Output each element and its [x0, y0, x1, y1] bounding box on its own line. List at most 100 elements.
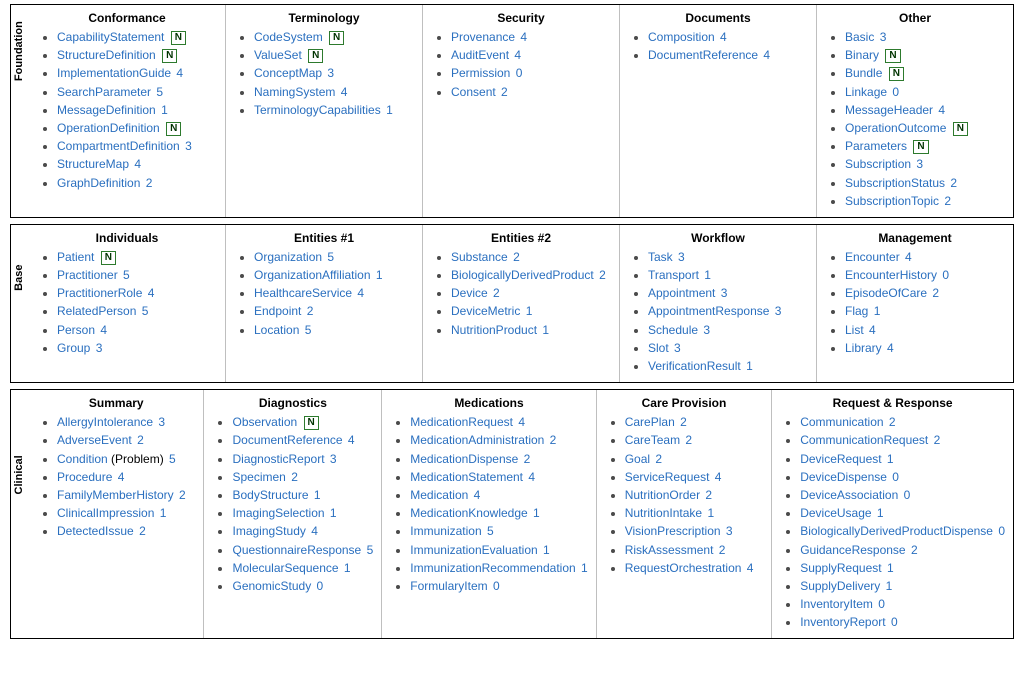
- resource-link-subscriptionstatus[interactable]: SubscriptionStatus: [845, 176, 945, 190]
- resource-link-healthcareservice[interactable]: HealthcareService: [254, 286, 352, 300]
- resource-link-organization[interactable]: Organization: [254, 250, 322, 264]
- resource-link-visionprescription[interactable]: VisionPrescription: [625, 524, 721, 538]
- resource-link-flag[interactable]: Flag: [845, 304, 868, 318]
- resource-link-searchparameter[interactable]: SearchParameter: [57, 85, 151, 99]
- resource-link-parameters[interactable]: Parameters: [845, 139, 907, 153]
- resource-link-patient[interactable]: Patient: [57, 250, 94, 264]
- resource-link-structuremap[interactable]: StructureMap: [57, 157, 129, 171]
- resource-link-provenance[interactable]: Provenance: [451, 30, 515, 44]
- resource-link-adverseevent[interactable]: AdverseEvent: [57, 433, 132, 447]
- resource-link-documentreference[interactable]: DocumentReference: [648, 48, 758, 62]
- resource-link-bundle[interactable]: Bundle: [845, 66, 882, 80]
- resource-link-medicationadministration[interactable]: MedicationAdministration: [410, 433, 544, 447]
- resource-link-group[interactable]: Group: [57, 341, 90, 355]
- resource-link-familymemberhistory[interactable]: FamilyMemberHistory: [57, 488, 174, 502]
- resource-link-location[interactable]: Location: [254, 323, 299, 337]
- resource-link-basic[interactable]: Basic: [845, 30, 874, 44]
- resource-link-conceptmap[interactable]: ConceptMap: [254, 66, 322, 80]
- resource-link-immunizationevaluation[interactable]: ImmunizationEvaluation: [410, 543, 537, 557]
- resource-link-careteam[interactable]: CareTeam: [625, 433, 680, 447]
- resource-link-procedure[interactable]: Procedure: [57, 470, 112, 484]
- resource-link-messageheader[interactable]: MessageHeader: [845, 103, 933, 117]
- resource-link-inventoryitem[interactable]: InventoryItem: [800, 597, 873, 611]
- resource-link-subscription[interactable]: Subscription: [845, 157, 911, 171]
- resource-link-encounterhistory[interactable]: EncounterHistory: [845, 268, 937, 282]
- resource-link-molecularsequence[interactable]: MolecularSequence: [232, 561, 338, 575]
- resource-link-operationoutcome[interactable]: OperationOutcome: [845, 121, 946, 135]
- resource-link-nutritionproduct[interactable]: NutritionProduct: [451, 323, 537, 337]
- resource-link-devicemetric[interactable]: DeviceMetric: [451, 304, 520, 318]
- resource-link-allergyintolerance[interactable]: AllergyIntolerance: [57, 415, 153, 429]
- resource-link-list[interactable]: List: [845, 323, 864, 337]
- resource-link-servicerequest[interactable]: ServiceRequest: [625, 470, 710, 484]
- resource-link-imagingstudy[interactable]: ImagingStudy: [232, 524, 305, 538]
- resource-link-slot[interactable]: Slot: [648, 341, 669, 355]
- resource-link-messagedefinition[interactable]: MessageDefinition: [57, 103, 156, 117]
- resource-link-structuredefinition[interactable]: StructureDefinition: [57, 48, 156, 62]
- resource-link-supplydelivery[interactable]: SupplyDelivery: [800, 579, 880, 593]
- resource-link-linkage[interactable]: Linkage: [845, 85, 887, 99]
- resource-link-careplan[interactable]: CarePlan: [625, 415, 675, 429]
- resource-link-guidanceresponse[interactable]: GuidanceResponse: [800, 543, 905, 557]
- resource-link-terminologycapabilities[interactable]: TerminologyCapabilities: [254, 103, 381, 117]
- resource-link-imagingselection[interactable]: ImagingSelection: [232, 506, 324, 520]
- resource-link-consent[interactable]: Consent: [451, 85, 496, 99]
- resource-link-riskassessment[interactable]: RiskAssessment: [625, 543, 714, 557]
- resource-link-capabilitystatement[interactable]: CapabilityStatement: [57, 30, 164, 44]
- resource-link-medication[interactable]: Medication: [410, 488, 468, 502]
- resource-link-devicedispense[interactable]: DeviceDispense: [800, 470, 887, 484]
- resource-link-medicationstatement[interactable]: MedicationStatement: [410, 470, 523, 484]
- resource-link-endpoint[interactable]: Endpoint: [254, 304, 301, 318]
- resource-link-condition[interactable]: Condition: [57, 452, 108, 466]
- resource-link-nutritionorder[interactable]: NutritionOrder: [625, 488, 700, 502]
- resource-link-questionnaireresponse[interactable]: QuestionnaireResponse: [232, 543, 361, 557]
- resource-link-detectedissue[interactable]: DetectedIssue: [57, 524, 134, 538]
- resource-link-inventoryreport[interactable]: InventoryReport: [800, 615, 885, 629]
- resource-link-documentreference[interactable]: DocumentReference: [232, 433, 342, 447]
- resource-link-graphdefinition[interactable]: GraphDefinition: [57, 176, 140, 190]
- resource-link-bodystructure[interactable]: BodyStructure: [232, 488, 308, 502]
- resource-link-observation[interactable]: Observation: [232, 415, 297, 429]
- resource-link-practitionerrole[interactable]: PractitionerRole: [57, 286, 142, 300]
- resource-link-namingsystem[interactable]: NamingSystem: [254, 85, 335, 99]
- resource-link-medicationknowledge[interactable]: MedicationKnowledge: [410, 506, 527, 520]
- resource-link-implementationguide[interactable]: ImplementationGuide: [57, 66, 171, 80]
- resource-link-relatedperson[interactable]: RelatedPerson: [57, 304, 136, 318]
- resource-link-specimen[interactable]: Specimen: [232, 470, 285, 484]
- resource-link-communicationrequest[interactable]: CommunicationRequest: [800, 433, 928, 447]
- resource-link-practitioner[interactable]: Practitioner: [57, 268, 118, 282]
- resource-link-encounter[interactable]: Encounter: [845, 250, 900, 264]
- resource-link-appointment[interactable]: Appointment: [648, 286, 715, 300]
- resource-link-biologicallyderivedproductdispense[interactable]: BiologicallyDerivedProductDispense: [800, 524, 993, 538]
- resource-link-codesystem[interactable]: CodeSystem: [254, 30, 323, 44]
- resource-link-nutritionintake[interactable]: NutritionIntake: [625, 506, 702, 520]
- resource-link-task[interactable]: Task: [648, 250, 673, 264]
- resource-link-subscriptiontopic[interactable]: SubscriptionTopic: [845, 194, 939, 208]
- resource-link-binary[interactable]: Binary: [845, 48, 879, 62]
- resource-link-library[interactable]: Library: [845, 341, 882, 355]
- resource-link-appointmentresponse[interactable]: AppointmentResponse: [648, 304, 769, 318]
- resource-link-composition[interactable]: Composition: [648, 30, 715, 44]
- resource-link-genomicstudy[interactable]: GenomicStudy: [232, 579, 311, 593]
- resource-link-deviceassociation[interactable]: DeviceAssociation: [800, 488, 898, 502]
- resource-link-biologicallyderivedproduct[interactable]: BiologicallyDerivedProduct: [451, 268, 594, 282]
- resource-link-permission[interactable]: Permission: [451, 66, 510, 80]
- resource-link-requestorchestration[interactable]: RequestOrchestration: [625, 561, 742, 575]
- resource-link-schedule[interactable]: Schedule: [648, 323, 698, 337]
- resource-link-diagnosticreport[interactable]: DiagnosticReport: [232, 452, 324, 466]
- resource-link-communication[interactable]: Communication: [800, 415, 883, 429]
- resource-link-goal[interactable]: Goal: [625, 452, 650, 466]
- resource-link-organizationaffiliation[interactable]: OrganizationAffiliation: [254, 268, 371, 282]
- resource-link-person[interactable]: Person: [57, 323, 95, 337]
- resource-link-medicationrequest[interactable]: MedicationRequest: [410, 415, 513, 429]
- resource-link-episodeofcare[interactable]: EpisodeOfCare: [845, 286, 927, 300]
- resource-link-deviceusage[interactable]: DeviceUsage: [800, 506, 871, 520]
- resource-link-substance[interactable]: Substance: [451, 250, 508, 264]
- resource-link-medicationdispense[interactable]: MedicationDispense: [410, 452, 518, 466]
- resource-link-device[interactable]: Device: [451, 286, 488, 300]
- resource-link-compartmentdefinition[interactable]: CompartmentDefinition: [57, 139, 180, 153]
- resource-link-clinicalimpression[interactable]: ClinicalImpression: [57, 506, 154, 520]
- resource-link-devicerequest[interactable]: DeviceRequest: [800, 452, 881, 466]
- resource-link-valueset[interactable]: ValueSet: [254, 48, 302, 62]
- resource-link-verificationresult[interactable]: VerificationResult: [648, 359, 741, 373]
